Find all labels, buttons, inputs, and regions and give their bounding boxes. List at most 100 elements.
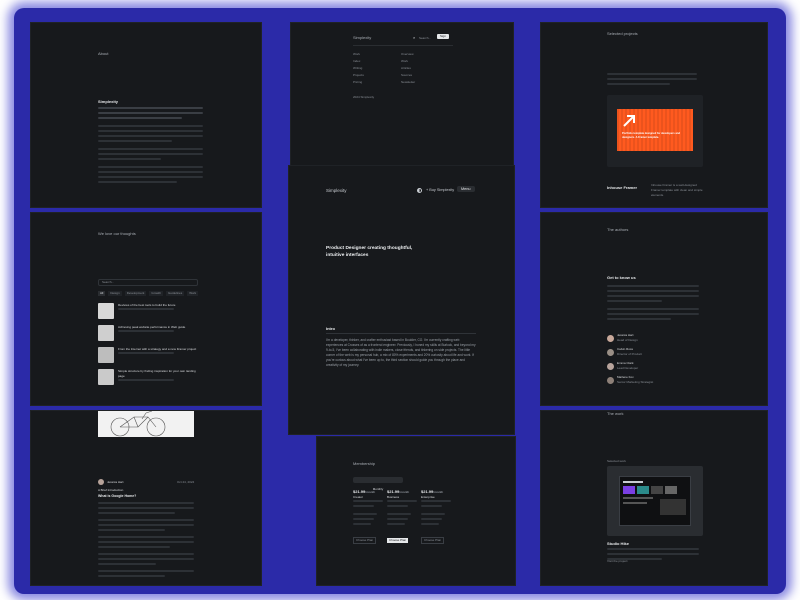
intro-text: I'm a developer, thinker, and crafter en… <box>326 338 476 367</box>
hero-heading: Product Designer creating thoughtful, in… <box>326 246 413 258</box>
intro-divider <box>326 333 476 334</box>
choose-plan-button[interactable]: Choose Plan <box>353 537 377 544</box>
tag[interactable]: Growth <box>149 291 164 296</box>
canvas: About Simplexity Simplexity ⌕ Search... … <box>0 0 800 600</box>
blog-panel: We love our thoughts Search... All Desig… <box>30 212 262 406</box>
tag[interactable]: Guidelines <box>166 291 185 296</box>
about-text <box>98 107 203 186</box>
menu-divider <box>353 45 453 46</box>
menu-item[interactable]: Articles <box>401 65 415 72</box>
buy-link[interactable]: + Buy Simplexity <box>426 188 454 192</box>
authors-list: Jessica Hart Head of Design Calvin Ross Di… <box>607 333 653 389</box>
menu-item[interactable]: Writing <box>353 65 364 72</box>
author-item[interactable]: Emma Clark Lead Developer <box>607 361 653 371</box>
theme-toggle-icon[interactable] <box>417 188 422 193</box>
post-title: Simple structure by finding inspiration … <box>118 369 196 378</box>
post-title: Achieving peak website performance in We… <box>118 325 186 329</box>
blog-post-list: Reviews of the best tools to build the f… <box>98 303 198 391</box>
blog-search-input[interactable]: Search... <box>98 279 198 286</box>
post-thumbnail <box>98 325 114 341</box>
blog-post[interactable]: Simple structure by finding inspiration … <box>98 369 198 385</box>
author-item[interactable]: Marlene Fox Senior Marketing Strategist <box>607 375 653 385</box>
menu-col-2: Overview Work Articles Sources Newslette… <box>401 51 415 86</box>
project-desc: Inhouse Framer is a well-designed Framer… <box>651 183 703 197</box>
work-card[interactable] <box>607 466 703 536</box>
about-title: About <box>98 51 109 56</box>
arrow-icon <box>623 115 635 127</box>
authors-panel: The authors Get to know us Jessica Hart H… <box>540 212 768 406</box>
about-heading: Simplexity <box>98 99 119 104</box>
project-banner: Portfolio template designed for develope… <box>617 109 693 151</box>
author-name: Jessica Hart <box>107 479 124 484</box>
avatar <box>98 479 104 485</box>
menu-panel: Simplexity ⌕ Search... Sign Work Index W… <box>290 22 514 187</box>
menu-item[interactable]: Projects <box>353 72 364 79</box>
plan-card: $21.99/month Enterprise Choose Plan <box>421 489 451 546</box>
work-screenshot <box>619 476 691 526</box>
article-headline: A Brief Introduction <box>98 488 124 492</box>
projects-panel: Selected projects Portfolio template des… <box>540 22 768 208</box>
project-card[interactable]: Portfolio template designed for develope… <box>607 95 703 167</box>
menu-search-input[interactable]: Search... <box>419 36 431 41</box>
authors-title: The authors <box>607 227 629 232</box>
author-item[interactable]: Jessica Hart Head of Design <box>607 333 653 343</box>
avatar <box>607 348 614 356</box>
author-item[interactable]: Calvin Ross Director of Product <box>607 347 653 357</box>
blog-post[interactable]: Achieving peak website performance in We… <box>98 325 198 341</box>
menu-item[interactable]: Newsletter <box>401 79 415 86</box>
blog-post[interactable]: Reviews of the best tools to build the f… <box>98 303 198 319</box>
authors-subtitle: Get to know us <box>607 275 636 280</box>
article-author: Jessica Hart <box>98 479 124 485</box>
menu-item[interactable]: Work <box>401 58 415 65</box>
work-panel: The work Selected work Studio Hike Visit… <box>540 410 768 586</box>
choose-plan-button[interactable]: Choose Plan <box>387 538 409 543</box>
blog-post[interactable]: From the Internet with a strategy and a … <box>98 347 198 363</box>
projects-title: Selected projects <box>607 31 638 36</box>
work-project-name: Studio Hike <box>607 541 630 546</box>
menu-footer: 2024 Simplexity <box>353 95 375 99</box>
avatar <box>607 376 614 384</box>
about-panel: About Simplexity <box>30 22 262 208</box>
menu-logo: Simplexity <box>353 35 372 40</box>
project-name[interactable]: Inhouse Framer <box>607 185 637 190</box>
menu-item[interactable]: Work <box>353 51 364 58</box>
plan-card: $21.99/month Business Choose Plan <box>387 489 417 546</box>
post-thumbnail <box>98 303 114 319</box>
tag[interactable]: All <box>98 291 106 296</box>
menu-item[interactable]: Overview <box>401 51 415 58</box>
choose-plan-button[interactable]: Choose Plan <box>421 537 445 544</box>
tag[interactable]: Work <box>187 291 199 296</box>
article-date: Oct 24, 2024 <box>177 480 195 484</box>
site-logo[interactable]: Simplexity <box>326 188 347 193</box>
intro-title: Intro <box>326 326 335 331</box>
tag[interactable]: Development <box>124 291 147 296</box>
tag[interactable]: Design <box>108 291 122 296</box>
post-title: Reviews of the best tools to build the f… <box>118 303 176 307</box>
project-banner-text: Portfolio template designed for develope… <box>622 132 681 139</box>
work-link[interactable]: Visit the project <box>607 559 627 564</box>
work-subtitle: Selected work <box>607 459 626 463</box>
article-panel: Jessica Hart Oct 24, 2024 A Brief Introd… <box>30 410 262 586</box>
post-thumbnail <box>98 347 114 363</box>
billing-toggle[interactable]: Monthly <box>353 477 403 491</box>
menu-item[interactable]: Pricing <box>353 79 364 86</box>
avatar <box>607 334 614 342</box>
authors-text <box>607 285 699 323</box>
blog-title: We love our thoughts <box>98 231 136 236</box>
plan-card: $21.99/month Creator Choose Plan <box>353 489 383 546</box>
bicycle-illustration <box>110 411 166 437</box>
hero-panel: Simplexity + Buy Simplexity Menu Product… <box>288 165 515 435</box>
work-title: The work <box>607 411 624 416</box>
membership-panel: Membership Monthly $21.99/month Creator … <box>316 436 516 586</box>
article-body <box>98 502 194 580</box>
menu-sign-button[interactable]: Sign <box>437 34 450 39</box>
article-illustration <box>98 411 194 437</box>
menu-item[interactable]: Index <box>353 58 364 65</box>
search-icon[interactable]: ⌕ <box>413 35 415 40</box>
blog-tags: All Design Development Growth Guidelines… <box>98 291 199 296</box>
menu-item[interactable]: Sources <box>401 72 415 79</box>
plan-list: $21.99/month Creator Choose Plan $21.99/… <box>353 489 451 546</box>
menu-button[interactable]: Menu <box>457 186 475 192</box>
membership-title: Membership <box>353 461 376 466</box>
post-thumbnail <box>98 369 114 385</box>
